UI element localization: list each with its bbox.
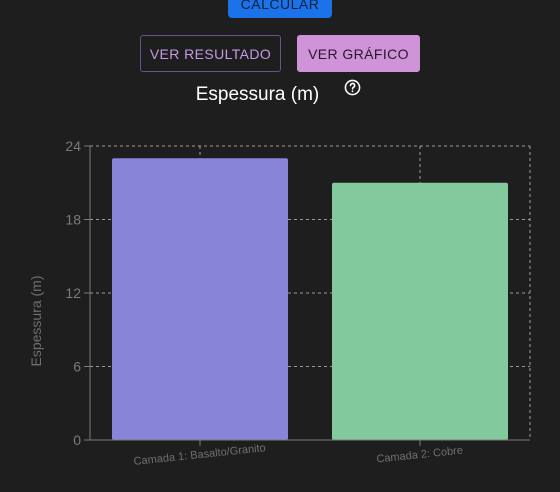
bar-2 bbox=[332, 182, 508, 440]
x-tick-label: Camada 2: Cobre bbox=[376, 445, 464, 466]
y-tick-label: 18 bbox=[65, 212, 81, 228]
y-axis-label: Espessura (m) bbox=[28, 275, 44, 366]
chart-page: CALCULAR VER RESULTADO VER GRÁFICO Espes… bbox=[0, 0, 560, 492]
y-tick-label: 6 bbox=[73, 359, 81, 375]
bar-chart: 06121824Camada 1: Basalto/Granito Camada … bbox=[28, 138, 531, 468]
y-tick-label: 12 bbox=[65, 285, 81, 301]
y-tick-label: 0 bbox=[73, 432, 81, 448]
bar-1 bbox=[112, 158, 288, 440]
y-tick-label: 24 bbox=[65, 138, 81, 154]
